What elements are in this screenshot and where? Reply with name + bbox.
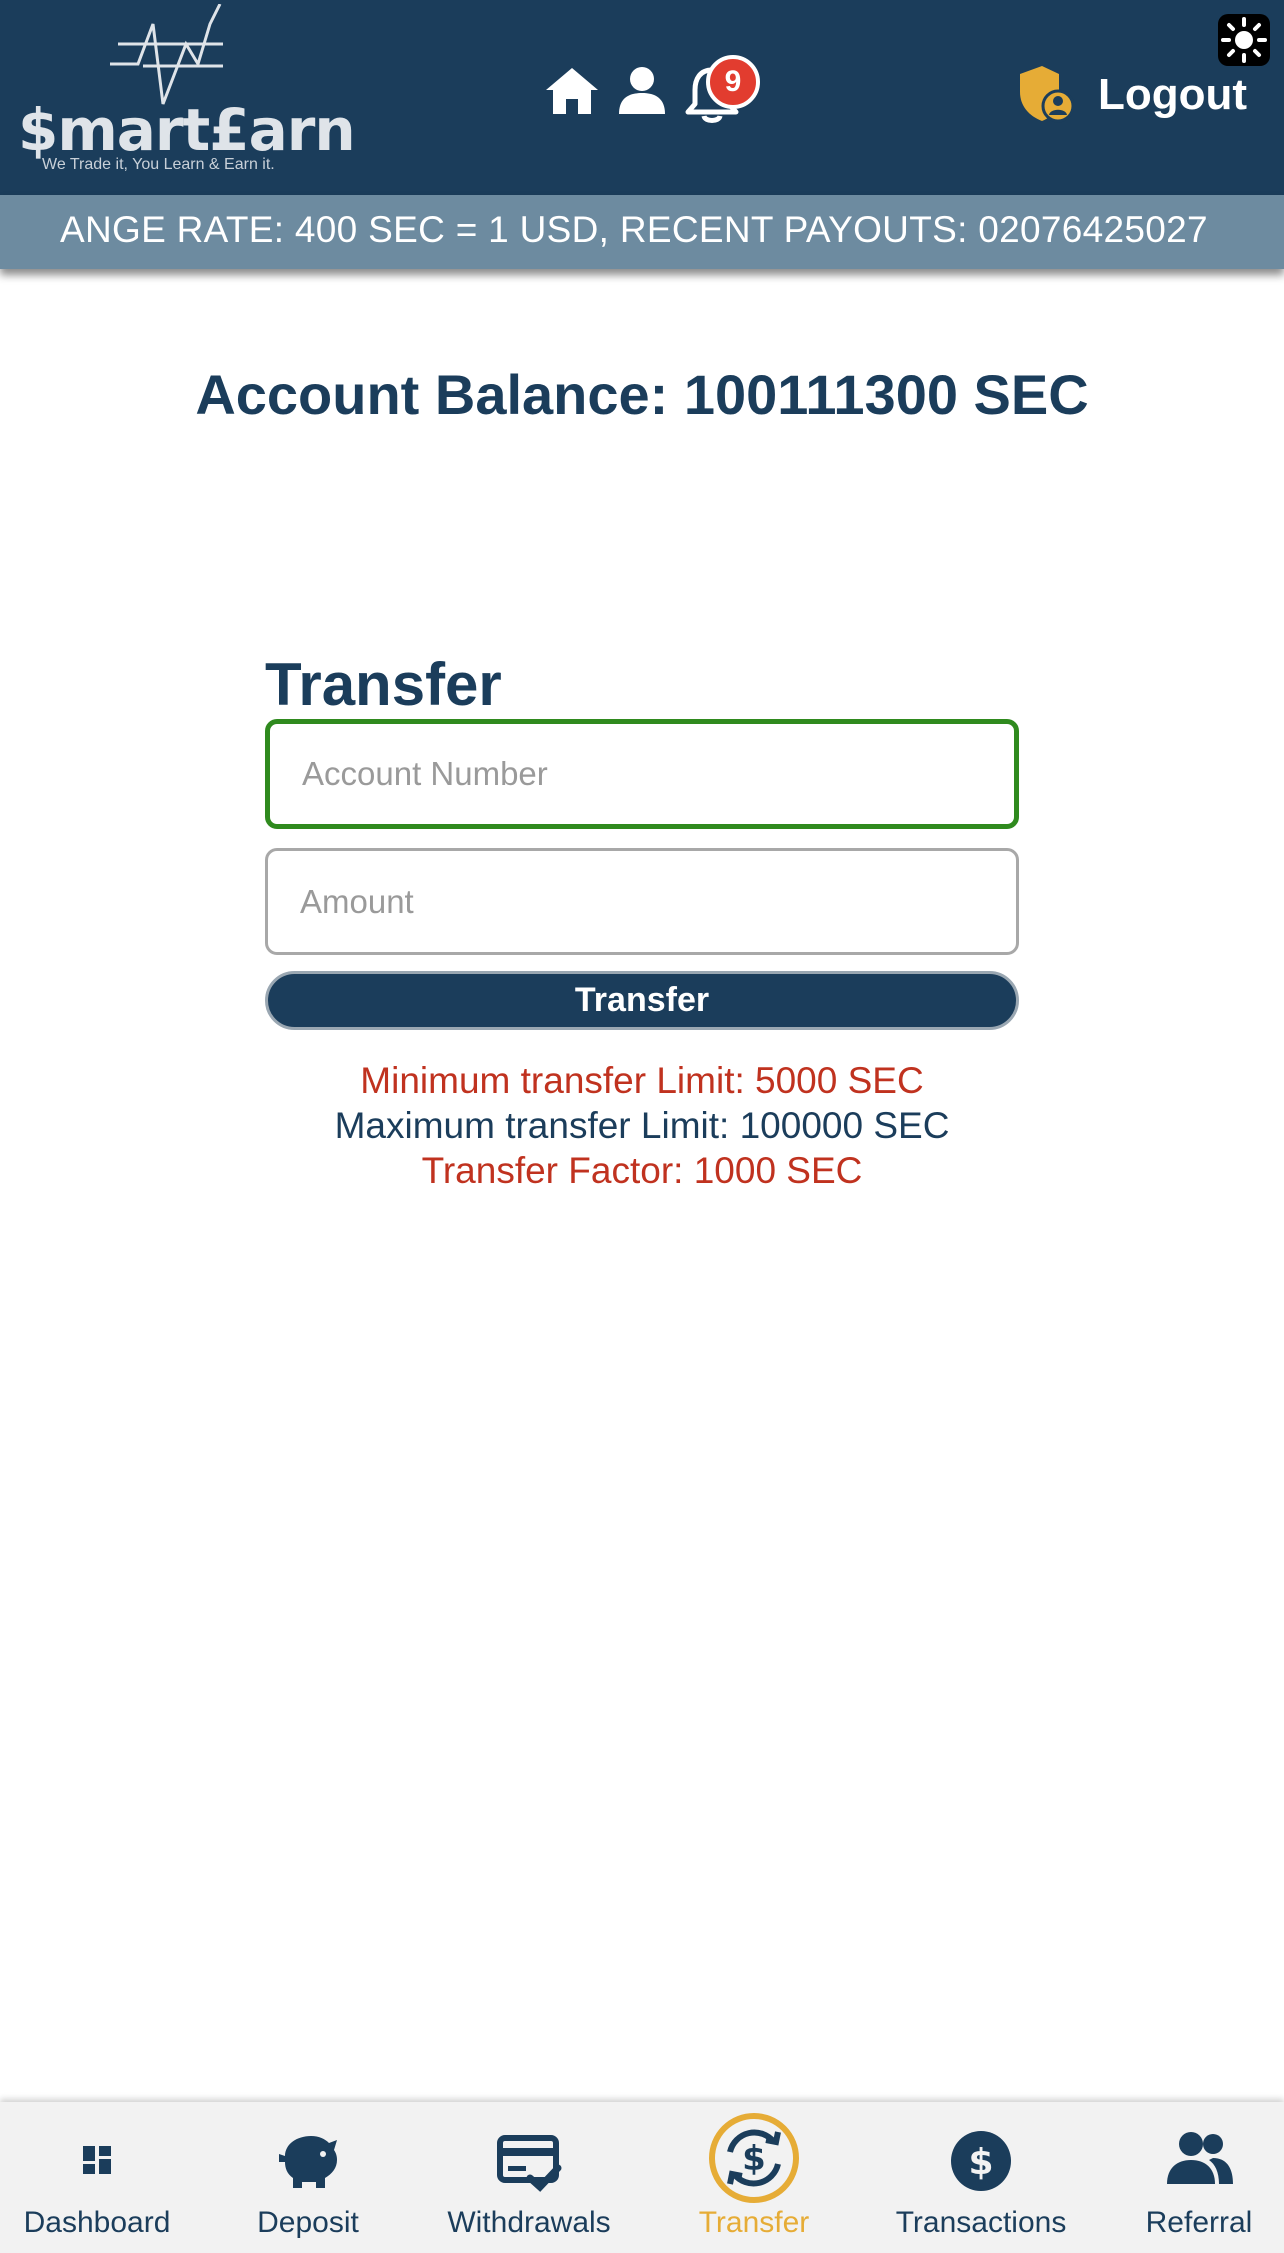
- max-limit-text: Maximum transfer Limit: 100000 SEC: [334, 1105, 950, 1146]
- home-icon[interactable]: [544, 66, 600, 116]
- nav-label-transfer: Transfer: [698, 2206, 810, 2239]
- amount-input[interactable]: [265, 848, 1019, 955]
- theme-toggle-button[interactable]: [1218, 14, 1270, 66]
- nav-tab-referral[interactable]: Referral: [1114, 2102, 1284, 2253]
- nav-label-withdrawals: Withdrawals: [447, 2206, 611, 2239]
- app-header: $mart£arn We Trade it, You Learn & Earn …: [0, 0, 1284, 195]
- shield-user-icon[interactable]: [1016, 64, 1074, 124]
- group-icon: [1167, 2132, 1233, 2184]
- piggy-bank-icon: [279, 2136, 337, 2188]
- nav-label-transactions: Transactions: [895, 2206, 1067, 2239]
- dollar-icon: $: [951, 2131, 1011, 2191]
- nav-tab-transfer[interactable]: $ Transfer: [660, 2102, 848, 2253]
- card-check-icon: [497, 2135, 562, 2192]
- nav-label-referral: Referral: [1145, 2206, 1253, 2239]
- account-number-input[interactable]: [265, 719, 1019, 829]
- bottom-nav: Dashboard Deposit Withdrawals $ Transfer: [0, 2102, 1284, 2253]
- user-icon[interactable]: [617, 66, 667, 116]
- dashboard-icon: [83, 2146, 111, 2174]
- nav-tab-transactions[interactable]: $ Transactions: [872, 2102, 1090, 2253]
- logo-text: $mart£arn: [18, 96, 356, 164]
- nav-tab-deposit[interactable]: Deposit: [214, 2102, 402, 2253]
- nav-tab-withdrawals[interactable]: Withdrawals: [420, 2102, 638, 2253]
- account-balance: Account Balance: 100111300 SEC: [195, 363, 1089, 426]
- transfer-factor-text: Transfer Factor: 1000 SEC: [421, 1150, 863, 1191]
- transfer-icon: $: [709, 2113, 799, 2203]
- nav-label-dashboard: Dashboard: [23, 2206, 171, 2239]
- logo-tagline: We Trade it, You Learn & Earn it.: [42, 156, 275, 173]
- transfer-submit-button[interactable]: Transfer: [265, 971, 1019, 1030]
- notification-badge[interactable]: 9: [706, 55, 760, 109]
- svg-text:$: $: [968, 2142, 993, 2183]
- svg-text:$: $: [742, 2139, 766, 2179]
- min-limit-text: Minimum transfer Limit: 5000 SEC: [360, 1060, 924, 1101]
- transfer-title: Transfer: [265, 651, 502, 718]
- sun-icon: [1221, 17, 1267, 63]
- logout-button[interactable]: Logout: [1098, 70, 1247, 120]
- ticker-text: ANGE RATE: 400 SEC = 1 USD, RECENT PAYOU…: [60, 209, 1208, 250]
- logo[interactable]: $mart£arn We Trade it, You Learn & Earn …: [18, 4, 356, 179]
- nav-label-deposit: Deposit: [257, 2206, 359, 2239]
- ticker-bar: ANGE RATE: 400 SEC = 1 USD, RECENT PAYOU…: [0, 195, 1284, 269]
- nav-tab-dashboard[interactable]: Dashboard: [0, 2102, 194, 2253]
- transfer-limits: Minimum transfer Limit: 5000 SEC Maximum…: [0, 1058, 1284, 1193]
